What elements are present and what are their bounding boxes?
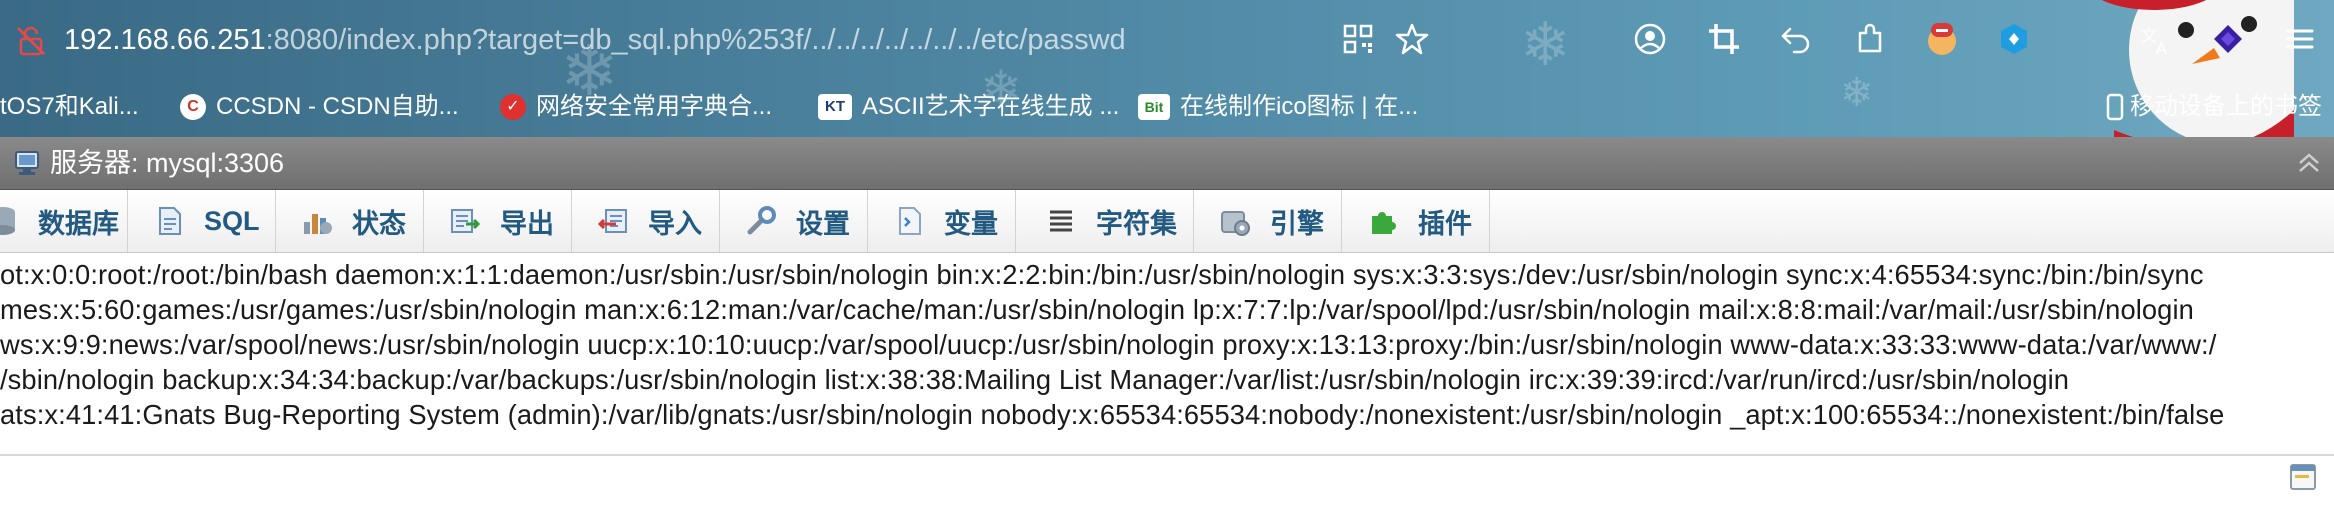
bit-favicon-icon: Bit	[1138, 94, 1170, 120]
bookmark-item[interactable]: C CCSDN - CSDN自助...	[180, 88, 459, 126]
bookmark-item[interactable]: tOS7和Kali...	[0, 88, 139, 126]
tab-label: 插件	[1418, 208, 1472, 239]
import-icon	[596, 204, 630, 238]
output-line: ot:x:0:0:root:/root:/bin/bash daemon:x:1…	[0, 259, 2204, 290]
star-icon[interactable]	[1392, 19, 1432, 59]
charset-icon	[1044, 204, 1078, 238]
tab-engines[interactable]: 引擎	[1194, 190, 1342, 252]
tab-export[interactable]: 导出	[424, 190, 572, 252]
variables-icon	[892, 204, 926, 238]
bookmark-label: ASCII艺术字在线生成 ...	[862, 93, 1120, 120]
tab-label: 引擎	[1270, 208, 1324, 239]
tab-import[interactable]: 导入	[572, 190, 720, 252]
csdn-favicon-icon: C	[180, 94, 206, 120]
svg-text:文: 文	[2141, 26, 2157, 45]
divider	[0, 454, 2334, 456]
mobile-device-icon	[2106, 93, 2124, 121]
tab-variables[interactable]: 变量	[868, 190, 1016, 252]
bookmark-label: 在线制作ico图标 | 在...	[1180, 93, 1419, 120]
profile-icon[interactable]	[1630, 19, 1670, 59]
kt-favicon-icon: KT	[818, 94, 852, 120]
tab-label: SQL	[204, 205, 260, 236]
url-path: :8080/index.php?target=db_sql.php%253f/.…	[265, 24, 1126, 56]
extension-purple-icon[interactable]	[2208, 19, 2248, 59]
export-icon	[448, 204, 482, 238]
svg-text:A: A	[2156, 39, 2167, 57]
bookmark-item[interactable]: Bit 在线制作ico图标 | 在...	[1138, 88, 1418, 126]
extension-blue-icon[interactable]	[1994, 19, 2034, 59]
server-icon	[15, 151, 39, 175]
tab-label: 数据库	[38, 208, 119, 239]
not-secure-lock-icon[interactable]	[14, 24, 48, 58]
passwd-file-output: ot:x:0:0:root:/root:/bin/bash daemon:x:1…	[0, 253, 2334, 455]
output-line: mes:x:5:60:games:/usr/games:/usr/sbin/no…	[0, 294, 2194, 325]
bookmarks-bar: tOS7和Kali... C CCSDN - CSDN自助... ✓ 网络安全常…	[0, 84, 2334, 130]
bookmark-label: tOS7和Kali...	[0, 93, 139, 120]
output-line: ats:x:41:41:Gnats Bug-Reporting System (…	[0, 399, 2225, 430]
mobile-bookmarks-label: 移动设备上的书签	[2130, 93, 2322, 120]
bookmark-item[interactable]: KT ASCII艺术字在线生成 ...	[818, 88, 1119, 126]
crop-icon[interactable]	[1704, 19, 1744, 59]
status-icon	[300, 204, 334, 238]
engine-icon	[1218, 204, 1252, 238]
tab-label: 导入	[648, 208, 702, 239]
database-icon	[0, 204, 20, 238]
undo-icon[interactable]	[1776, 19, 1816, 59]
console-window-icon[interactable]	[2288, 462, 2318, 492]
bookmark-label: CCSDN - CSDN自助...	[216, 93, 459, 120]
tab-plugins[interactable]: 插件	[1342, 190, 1490, 252]
tab-databases[interactable]: 数据库	[0, 190, 128, 252]
server-title-link[interactable]: 服务器: mysql:3306	[50, 145, 284, 181]
qr-code-icon[interactable]	[1338, 19, 1378, 59]
bookmark-item[interactable]: ✓ 网络安全常用字典合...	[500, 88, 772, 126]
browser-chrome: ❄ ❄ ❄ ❄ 192.168.66.251:8080/index.php?ta…	[0, 0, 2334, 137]
tab-label: 设置	[796, 208, 850, 239]
tab-label: 状态	[352, 208, 406, 239]
bookmark-label: 网络安全常用字典合...	[536, 93, 773, 120]
output-line: /sbin/nologin backup:x:34:34:backup:/var…	[0, 364, 2070, 395]
address-bar[interactable]: 192.168.66.251:8080/index.php?target=db_…	[0, 0, 2334, 78]
tab-status[interactable]: 状态	[276, 190, 424, 252]
server-breadcrumb-bar: 服务器: mysql:3306	[0, 137, 2334, 190]
translate-icon[interactable]: 文A	[2136, 19, 2176, 59]
shield-favicon-icon: ✓	[500, 94, 526, 120]
settings-icon	[744, 204, 778, 238]
collapse-double-chevron-icon[interactable]	[2296, 151, 2322, 175]
tab-sql[interactable]: SQL	[128, 190, 276, 252]
tab-label: 变量	[944, 208, 998, 239]
tab-charsets[interactable]: 字符集	[1016, 190, 1194, 252]
extensions-icon[interactable]	[1850, 19, 1890, 59]
tab-settings[interactable]: 设置	[720, 190, 868, 252]
main-menu-tabs: 数据库 SQL 状态 导出 导入 设置 变量 字符集 引擎 插件	[0, 190, 2334, 253]
url-text[interactable]: 192.168.66.251:8080/index.php?target=db_…	[64, 20, 1126, 60]
tab-label: 导出	[500, 208, 554, 239]
sql-icon	[152, 204, 186, 238]
extension-avatar-icon[interactable]	[1922, 19, 1962, 59]
menu-icon[interactable]	[2280, 19, 2320, 59]
plugin-icon	[1366, 204, 1400, 238]
tab-label: 字符集	[1096, 208, 1177, 239]
output-line: ws:x:9:9:news:/var/spool/news:/usr/sbin/…	[0, 329, 2217, 360]
mobile-bookmarks[interactable]: 移动设备上的书签	[2106, 88, 2322, 126]
url-host: 192.168.66.251	[64, 24, 266, 56]
